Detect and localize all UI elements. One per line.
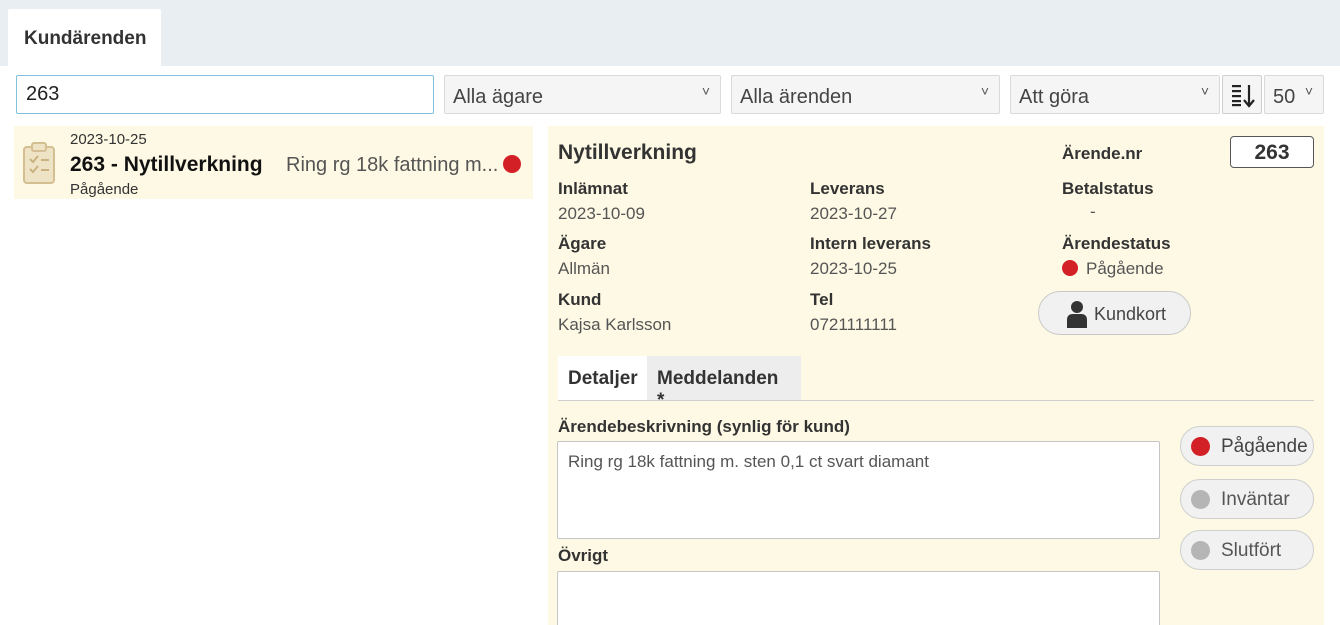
gray-dot-icon: [1191, 541, 1210, 560]
red-dot-icon: [1191, 437, 1210, 456]
chevron-down-icon: ˅: [1304, 83, 1313, 99]
status-button-done[interactable]: Slutfört: [1180, 530, 1314, 570]
detail-title: Nytillverkning: [558, 141, 697, 164]
tab-kundarenden[interactable]: Kundärenden: [8, 9, 161, 66]
description-textarea[interactable]: Ring rg 18k fattning m. sten 0,1 ct svar…: [557, 441, 1160, 539]
other-label: Övrigt: [558, 546, 609, 565]
errand-number-box: 263: [1230, 136, 1314, 168]
internal-delivery-label: Intern leverans: [810, 234, 931, 253]
sort-descending-icon: [1232, 85, 1255, 108]
page-size-value: 50: [1273, 86, 1296, 108]
delivery-value: 2023-10-27: [810, 204, 897, 223]
list-item-title: 263 - Nytillverkning: [70, 153, 263, 176]
top-bar: Kundärenden: [0, 0, 1340, 66]
search-input[interactable]: [16, 75, 434, 114]
chevron-down-icon: ˅: [1200, 83, 1209, 99]
todo-filter-value: Att göra: [1019, 86, 1090, 108]
submitted-value: 2023-10-09: [558, 204, 645, 223]
tab-details[interactable]: Detaljer: [558, 356, 647, 400]
tab-messages[interactable]: Meddelanden *: [647, 356, 801, 411]
chevron-down-icon: ˅: [701, 83, 710, 99]
list-item[interactable]: 2023-10-25 263 - Nytillverkning Ring rg …: [14, 126, 533, 199]
errand-status-label: Ärendestatus: [1062, 234, 1171, 253]
status-dot-icon: [503, 155, 521, 173]
customer-label: Kund: [558, 290, 602, 309]
errand-number-label: Ärende.nr: [1062, 144, 1143, 163]
errand-filter-select[interactable]: Alla ärenden ˅: [731, 75, 1000, 114]
status-button-label: Inväntar: [1221, 489, 1290, 510]
page-size-select[interactable]: 50 ˅: [1264, 75, 1324, 114]
errand-filter-value: Alla ärenden: [740, 86, 853, 108]
sort-button[interactable]: [1222, 75, 1262, 114]
list-item-status: Pågående: [70, 181, 139, 198]
detail-tabs: Detaljer Meddelanden *: [558, 356, 1314, 411]
todo-filter-select[interactable]: Att göra ˅: [1010, 75, 1220, 114]
list-item-description: Ring rg 18k fattning m...: [286, 154, 499, 176]
clipboard-check-icon: [23, 142, 55, 184]
owner-label: Ägare: [558, 234, 607, 253]
other-textarea[interactable]: [557, 571, 1160, 625]
status-button-waiting[interactable]: Inväntar: [1180, 479, 1314, 519]
description-label: Ärendebeskrivning (synlig för kund): [558, 417, 850, 436]
payment-status-label: Betalstatus: [1062, 179, 1154, 198]
customer-card-label: Kundkort: [1094, 304, 1167, 324]
phone-label: Tel: [810, 290, 834, 309]
status-button-label: Slutfört: [1221, 540, 1282, 561]
owner-value: Allmän: [558, 259, 610, 278]
customer-card-button[interactable]: Kundkort: [1038, 291, 1191, 335]
errand-status-value: Pågående: [1086, 259, 1164, 278]
status-dot-icon: [1062, 260, 1078, 276]
status-button-ongoing[interactable]: Pågående: [1180, 426, 1314, 466]
list-item-date: 2023-10-25: [70, 131, 147, 148]
owner-filter-select[interactable]: Alla ägare ˅: [444, 75, 721, 114]
submitted-label: Inlämnat: [558, 179, 628, 198]
chevron-down-icon: ˅: [980, 83, 989, 99]
customer-value: Kajsa Karlsson: [558, 315, 672, 334]
detail-panel: Nytillverkning Ärende.nr 263 Inlämnat 20…: [548, 126, 1324, 625]
phone-value: 0721111111: [810, 315, 897, 334]
owner-filter-value: Alla ägare: [453, 86, 544, 108]
gray-dot-icon: [1191, 490, 1210, 509]
person-icon: [1067, 301, 1087, 328]
status-button-label: Pågående: [1221, 436, 1308, 457]
internal-delivery-value: 2023-10-25: [810, 259, 897, 278]
payment-status-value: -: [1090, 202, 1096, 221]
delivery-label: Leverans: [810, 179, 885, 198]
